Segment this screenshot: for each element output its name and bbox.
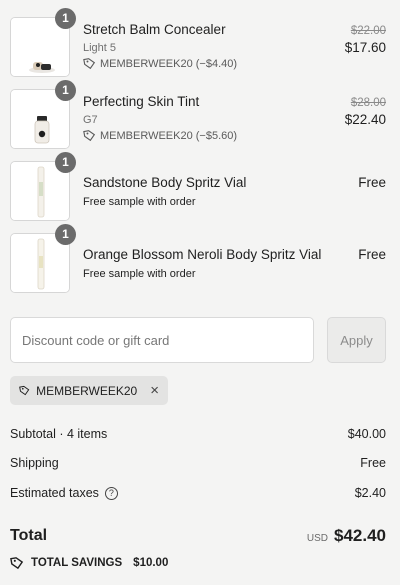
original-price: $28.00 [350,97,386,109]
tag-icon [83,58,96,70]
line-item-sandstone-body-spritz-vial: 1 Sandstone Body Spritz Vial Free sample… [10,152,388,223]
remove-discount-icon[interactable]: × [150,383,159,398]
product-variant: G7 [83,114,98,126]
item-price: Free [358,175,386,190]
original-price: $22.00 [350,25,386,37]
quantity-badge: 1 [55,152,76,173]
taxes-value: $2.40 [354,486,386,501]
product-name: Sandstone Body Spritz Vial [83,175,247,190]
total-row: Total USD $42.40 [10,526,386,546]
total-savings: TOTAL SAVINGS $10.00 [10,556,168,570]
discount-code-input[interactable] [10,317,314,363]
shipping-value: Free [360,456,386,470]
discounted-price: $17.60 [344,40,386,55]
product-name: Orange Blossom Neroli Body Spritz Vial [83,247,322,262]
currency-code: USD [306,533,328,544]
tag-icon [19,385,30,396]
total-amount: $42.40 [334,526,386,545]
taxes-row: Estimated taxes? $2.40 [10,486,386,501]
product-name: Stretch Balm Concealer [83,22,226,37]
taxes-label-group: Estimated taxes? [10,486,118,501]
line-item-orange-blossom-neroli-body-spritz-vial: 1 Orange Blossom Neroli Body Spritz Vial… [10,224,388,295]
total-savings-label: TOTAL SAVINGS [31,557,123,569]
total-savings-value: $10.00 [133,557,169,569]
subtotal-value: $40.00 [347,427,386,441]
applied-discount-code: MEMBERWEEK20 [36,383,138,398]
item-discount-text: MEMBERWEEK20 (−$4.40) [100,57,238,70]
subtotal-row: Subtotal · 4 items $40.00 [10,427,386,441]
tag-icon [10,557,24,570]
applied-discount-chip: MEMBERWEEK20 × [10,376,168,405]
shipping-label: Shipping [10,456,59,470]
sample-note: Free sample with order [83,268,196,280]
taxes-label: Estimated taxes [10,486,99,500]
quantity-badge: 1 [55,224,76,245]
discounted-price: $22.40 [344,112,386,127]
discount-form: Apply [10,317,388,363]
line-item-perfecting-skin-tint: 1 Perfecting Skin Tint G7 MEMBERWEEK20 (… [10,80,388,151]
total-amount-group: USD $42.40 [307,526,386,546]
item-discount-text: MEMBERWEEK20 (−$5.60) [100,129,238,142]
line-item-stretch-balm-concealer: 1 Stretch Balm Concealer Light 5 MEMBERW… [10,8,388,79]
tag-icon [83,130,96,142]
item-price: Free [358,247,386,262]
quantity-badge: 1 [55,8,76,29]
product-variant: Light 5 [83,42,117,54]
total-label: Total [10,527,48,544]
help-circle-icon[interactable]: ? [104,487,118,501]
shipping-row: Shipping Free [10,456,386,470]
product-name: Perfecting Skin Tint [83,94,200,109]
sample-note: Free sample with order [83,196,196,208]
quantity-badge: 1 [55,80,76,101]
item-discount: MEMBERWEEK20 (−$5.60) [83,129,237,142]
apply-button[interactable]: Apply [327,317,386,363]
subtotal-label: Subtotal · 4 items [10,427,108,441]
item-discount: MEMBERWEEK20 (−$4.40) [83,57,237,70]
